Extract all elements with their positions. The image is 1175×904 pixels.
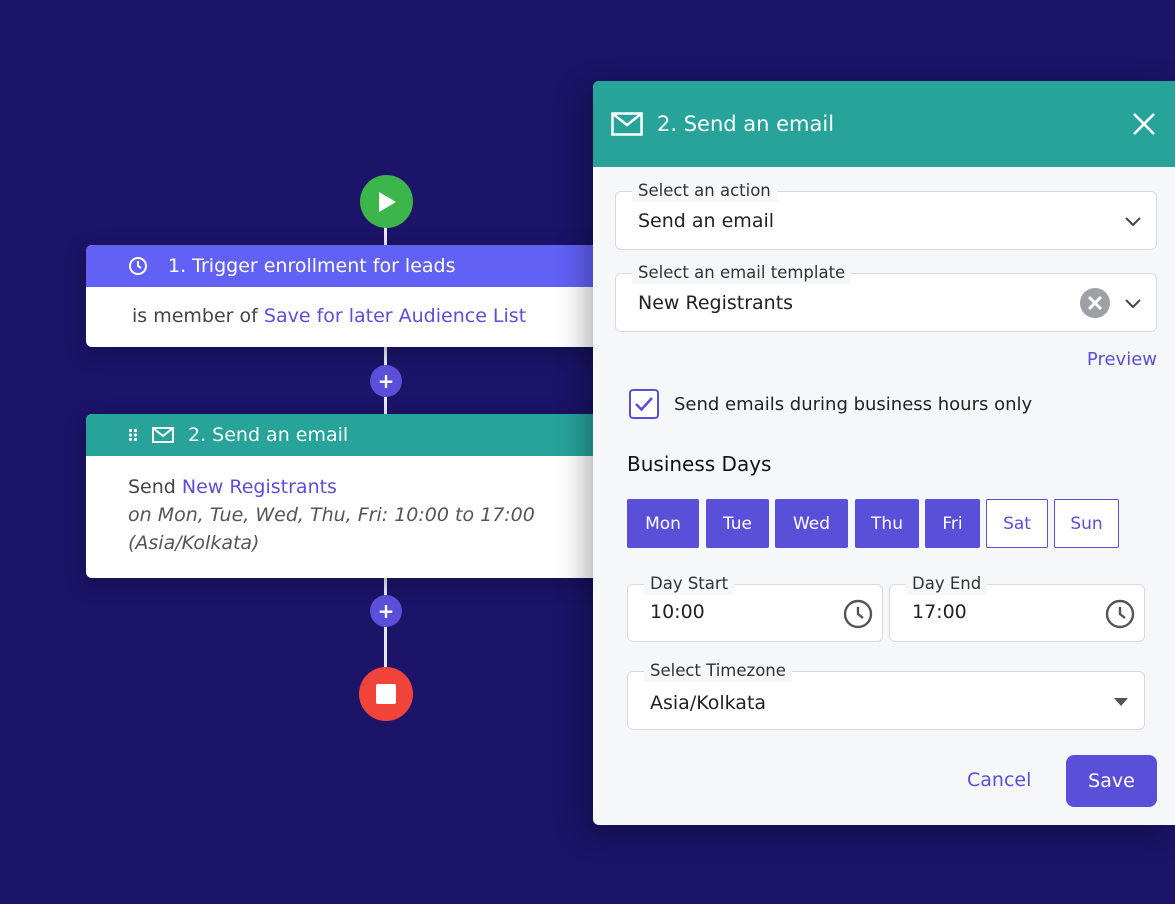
panel-title: 2. Send an email — [657, 112, 835, 136]
template-link[interactable]: New Registrants — [182, 476, 337, 498]
day-button-tue[interactable]: Tue — [706, 499, 769, 548]
business-days-heading: Business Days — [627, 452, 772, 476]
trigger-condition-prefix: is member of — [132, 305, 258, 327]
preview-link[interactable]: Preview — [1087, 349, 1157, 370]
email-send-prefix: Send — [128, 476, 176, 498]
timezone-select[interactable]: Select Timezone Asia/Kolkata — [627, 660, 1145, 730]
checkmark-icon — [635, 397, 653, 412]
plus-icon: + — [377, 599, 395, 623]
email-step-card-header: 2. Send an email — [86, 414, 646, 456]
schedule-line-1: on Mon, Tue, Wed, Thu, Fri: 10:00 to 17:… — [128, 504, 535, 526]
chevron-down-icon[interactable] — [1124, 294, 1142, 312]
save-button[interactable]: Save — [1066, 755, 1157, 807]
trigger-card-title: 1. Trigger enrollment for leads — [168, 255, 456, 277]
drag-handle-icon[interactable] — [128, 428, 138, 442]
day-button-sun[interactable]: Sun — [1054, 499, 1119, 548]
timezone-value: Asia/Kolkata — [650, 692, 767, 714]
day-start-value: 10:00 — [650, 601, 705, 623]
audience-list-link[interactable]: Save for later Audience List — [264, 305, 526, 327]
start-node[interactable] — [360, 175, 413, 228]
stop-icon — [376, 684, 396, 704]
clock-icon[interactable] — [1104, 598, 1136, 630]
add-step-button-2[interactable]: + — [370, 595, 402, 627]
template-select-value: New Registrants — [638, 292, 794, 314]
day-button-sat[interactable]: Sat — [986, 499, 1048, 548]
timezone-label: Select Timezone — [644, 660, 792, 682]
envelope-icon — [152, 427, 174, 443]
plus-icon: + — [377, 369, 395, 393]
play-icon — [378, 191, 396, 212]
trigger-card-header: 1. Trigger enrollment for leads — [86, 245, 646, 287]
day-button-thu[interactable]: Thu — [855, 499, 919, 548]
close-icon[interactable] — [1131, 111, 1157, 137]
email-step-card[interactable]: 2. Send an email Send New Registrants on… — [86, 414, 646, 578]
day-button-mon[interactable]: Mon — [627, 499, 699, 548]
clock-icon[interactable] — [842, 598, 874, 630]
envelope-icon — [611, 112, 643, 136]
day-start-field[interactable]: Day Start 10:00 — [627, 573, 883, 642]
add-step-button[interactable]: + — [370, 365, 402, 397]
clear-icon[interactable] — [1079, 287, 1111, 319]
day-end-value: 17:00 — [912, 601, 967, 623]
action-select-label: Select an action — [632, 180, 777, 202]
action-select[interactable]: Select an action Send an email — [615, 180, 1157, 250]
template-select-label: Select an email template — [632, 262, 852, 284]
trigger-card[interactable]: 1. Trigger enrollment for leads is membe… — [86, 245, 646, 347]
cancel-button[interactable]: Cancel — [967, 769, 1031, 791]
panel-header: 2. Send an email — [593, 81, 1175, 167]
email-step-card-title: 2. Send an email — [188, 424, 349, 446]
template-select[interactable]: Select an email template New Registrants — [615, 262, 1157, 332]
chevron-down-icon[interactable] — [1124, 212, 1142, 230]
day-start-label: Day Start — [644, 573, 735, 595]
business-hours-checkbox[interactable] — [629, 389, 659, 419]
action-select-value: Send an email — [638, 210, 775, 232]
edit-step-panel: 2. Send an email Select an action Send a… — [593, 81, 1175, 825]
day-end-field[interactable]: Day End 17:00 — [889, 573, 1145, 642]
day-end-label: Day End — [906, 573, 988, 595]
day-button-wed[interactable]: Wed — [775, 499, 848, 548]
end-node[interactable] — [359, 667, 413, 721]
clock-icon — [129, 257, 147, 275]
day-button-fri[interactable]: Fri — [925, 499, 980, 548]
email-step-card-body: Send New Registrants on Mon, Tue, Wed, T… — [86, 456, 646, 557]
trigger-card-body: is member of Save for later Audience Lis… — [86, 287, 646, 327]
schedule-line-2: (Asia/Kolkata) — [128, 532, 260, 554]
caret-down-icon[interactable] — [1114, 698, 1128, 706]
business-hours-label: Send emails during business hours only — [674, 394, 1033, 415]
